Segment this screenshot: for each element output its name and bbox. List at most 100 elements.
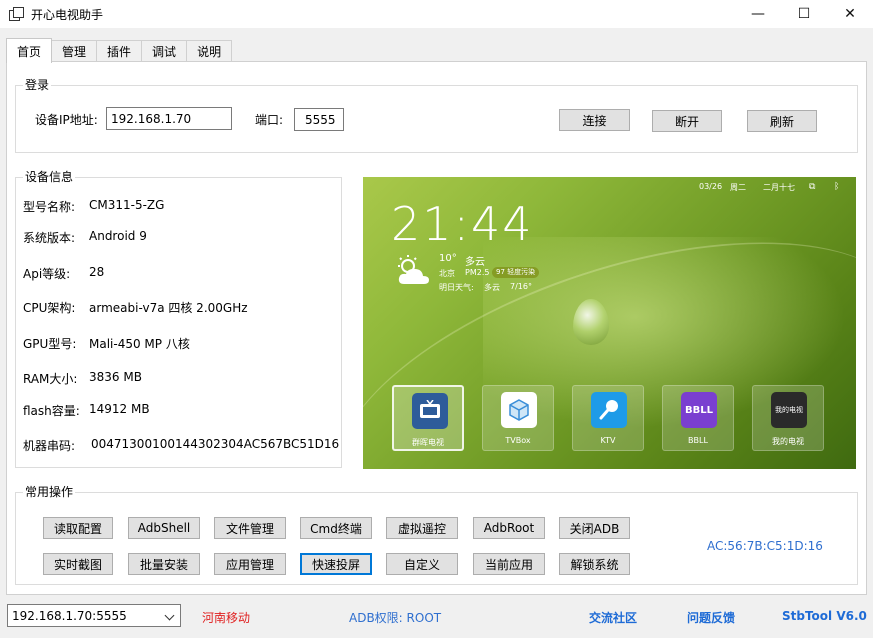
info-key: 机器串码:	[23, 439, 76, 453]
tv-pm-badge: 97 轻度污染	[492, 267, 540, 278]
feedback-link[interactable]: 问题反馈	[687, 609, 735, 626]
info-value: 00471300100144302304AC567BC51D16	[91, 437, 340, 451]
tv-pm-label: PM2.5	[465, 268, 490, 277]
custom-button[interactable]: 自定义	[386, 553, 458, 575]
info-row-ram: RAM大小: 3836 MB	[23, 370, 142, 387]
app-icon	[8, 6, 24, 22]
chevron-down-icon[interactable]	[164, 609, 176, 621]
title-bar: 开心电视助手 — ☐ ✕	[0, 0, 873, 28]
file-manager-button[interactable]: 文件管理	[214, 517, 286, 539]
microphone-icon	[591, 392, 627, 428]
tv-app-name: TVBox	[505, 436, 531, 445]
ip-input[interactable]: 192.168.1.70	[106, 107, 232, 130]
tab-home[interactable]: 首页	[6, 38, 53, 63]
device-info-legend: 设备信息	[23, 170, 76, 184]
info-row-os: 系统版本: Android 9	[23, 229, 147, 246]
tv-temp: 10°	[439, 253, 457, 264]
tv-tomorrow-temp: 7/16°	[510, 282, 532, 291]
unlock-system-button[interactable]: 解锁系统	[559, 553, 630, 575]
batch-install-button[interactable]: 批量安装	[128, 553, 200, 575]
port-label: 端口:	[255, 113, 284, 127]
tab-manage[interactable]: 管理	[51, 40, 98, 62]
tv-app-qunhui[interactable]: 群晖电视	[392, 385, 464, 451]
tv-app-tvbox[interactable]: TVBox	[482, 385, 554, 451]
tv-app-tvbox-icon	[501, 392, 537, 428]
tv-app-name: 我的电视	[772, 437, 804, 446]
info-key: 型号名称:	[23, 200, 76, 214]
tv-app-bbll-icon: BBLL	[681, 392, 717, 428]
adbroot-button[interactable]: AdbRoot	[473, 517, 545, 539]
minimize-button[interactable]: —	[735, 0, 781, 28]
maximize-button[interactable]: ☐	[781, 0, 827, 28]
cloud-sun-icon	[398, 255, 429, 284]
info-key: flash容量:	[23, 404, 80, 418]
info-row-model: 型号名称: CM311-5-ZG	[23, 198, 164, 215]
info-value: CM311-5-ZG	[89, 198, 165, 212]
tv-tomorrow-label: 明日天气:	[439, 283, 474, 292]
tv-app-name: BBLL	[688, 436, 708, 445]
tv-date: 03/26	[699, 182, 723, 191]
adb-permission: ADB权限: ROOT	[349, 611, 442, 625]
connect-button[interactable]: 连接	[559, 109, 630, 131]
info-value: Android 9	[89, 229, 147, 243]
mac-address: AC:56:7B:C5:1D:16	[707, 539, 823, 553]
ip-label: 设备IP地址:	[35, 113, 98, 127]
window-title: 开心电视助手	[31, 7, 104, 22]
read-config-button[interactable]: 读取配置	[43, 517, 113, 539]
app-manager-button[interactable]: 应用管理	[214, 553, 286, 575]
disconnect-button[interactable]: 断开	[652, 110, 722, 132]
tab-plugins[interactable]: 插件	[96, 40, 143, 62]
tv-app-qunhui-icon	[412, 393, 448, 429]
login-legend: 登录	[23, 78, 52, 92]
info-row-flash: flash容量: 14912 MB	[23, 402, 150, 419]
info-row-cpu: CPU架构: armeabi-v7a 四核 2.00GHz	[23, 299, 248, 316]
tv-link-icon: ⧉	[809, 182, 816, 192]
common-ops-legend: 常用操作	[23, 485, 76, 499]
adbshell-button[interactable]: AdbShell	[128, 517, 200, 539]
tv-weekday: 周二	[730, 183, 746, 192]
tv-app-ktv[interactable]: KTV	[572, 385, 644, 451]
device-select-value: 192.168.1.70:5555	[12, 608, 127, 623]
region-label: 河南移动	[202, 611, 251, 625]
device-select[interactable]: 192.168.1.70:5555	[7, 604, 181, 627]
info-row-api: Api等级: 28	[23, 265, 104, 282]
version-label: StbTool V6.0	[782, 609, 867, 623]
tv-condition: 多云	[465, 257, 485, 268]
cmd-terminal-button[interactable]: Cmd终端	[300, 517, 372, 539]
close-adb-button[interactable]: 关闭ADB	[559, 517, 630, 539]
tv-screenshot[interactable]: 03/26 周二 二月十七 ⧉ ᛒ 21:44 10° 多云 北京 PM2.5 …	[363, 177, 856, 469]
port-input[interactable]: 5555	[294, 108, 344, 131]
tv-tomorrow-cond: 多云	[484, 283, 500, 292]
tab-debug[interactable]: 调试	[141, 40, 188, 62]
tv-bluetooth-icon: ᛒ	[834, 182, 840, 192]
quick-cast-button[interactable]: 快速投屏	[300, 553, 372, 575]
device-info-group: 设备信息 型号名称: CM311-5-ZG 系统版本: Android 9 Ap…	[15, 170, 342, 468]
info-row-serial: 机器串码: 00471300100144302304AC567BC51D16	[23, 437, 339, 454]
tab-strip: 首页 管理 插件 调试 说明	[6, 38, 233, 63]
tv-app-bbll[interactable]: BBLL BBLL	[662, 385, 734, 451]
water-drop	[573, 299, 609, 345]
tv-city: 北京	[439, 269, 455, 278]
refresh-button[interactable]: 刷新	[747, 110, 817, 132]
status-bar: 192.168.1.70:5555 河南移动 ADB权限: ROOT 交流社区 …	[0, 598, 873, 638]
tv-app-name: 群晖电视	[412, 438, 444, 447]
info-value: 28	[89, 265, 105, 279]
tv-app-mytv[interactable]: 我的电视 我的电视	[752, 385, 824, 451]
common-ops-group: 常用操作 读取配置 AdbShell 文件管理 Cmd终端 虚拟遥控 AdbRo…	[15, 485, 858, 585]
info-value: armeabi-v7a 四核 2.00GHz	[89, 301, 248, 315]
virtual-remote-button[interactable]: 虚拟遥控	[386, 517, 458, 539]
tv-app-name: KTV	[600, 436, 616, 445]
info-value: Mali-450 MP 八核	[89, 337, 190, 351]
close-button[interactable]: ✕	[827, 0, 873, 28]
info-value: 3836 MB	[89, 370, 142, 384]
info-value: 14912 MB	[89, 402, 150, 416]
current-app-button[interactable]: 当前应用	[473, 553, 545, 575]
screenshot-button[interactable]: 实时截图	[43, 553, 113, 575]
tv-app-mytv-icon: 我的电视	[771, 392, 807, 428]
tab-help[interactable]: 说明	[186, 40, 233, 62]
login-group: 登录 设备IP地址: 192.168.1.70 端口: 5555 连接 断开 刷…	[15, 78, 858, 153]
info-key: 系统版本:	[23, 231, 76, 245]
info-key: Api等级:	[23, 267, 71, 281]
info-key: CPU架构:	[23, 301, 76, 315]
community-link[interactable]: 交流社区	[589, 609, 637, 626]
